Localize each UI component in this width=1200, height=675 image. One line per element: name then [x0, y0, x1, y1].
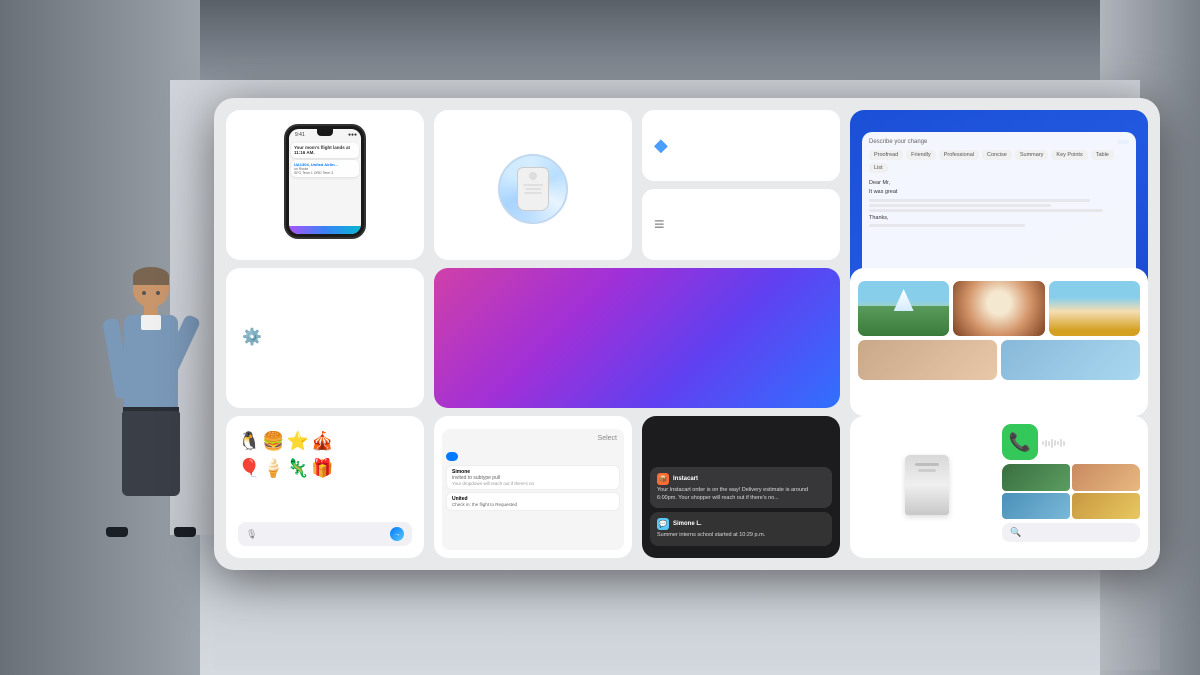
mail-item-1: Simone invited to subtype pull Your drop…: [446, 465, 620, 490]
presenter-hair: [133, 267, 169, 285]
memory-movie-card: 🐧🍔⭐🎪🎈🍦🦎🎁 🎙 →: [226, 416, 424, 558]
memory-go-btn[interactable]: →: [390, 527, 404, 541]
playground-images: [858, 281, 1140, 336]
memory-mic-icon: 🎙: [246, 529, 257, 540]
mail-priority-section: [446, 445, 620, 463]
siri-card: 9:41 ●●● Your mom's flight lands at 11:1…: [226, 110, 424, 260]
siri-phone-screen: 9:41 ●●● Your mom's flight lands at 11:1…: [289, 129, 361, 234]
image-wand-section: [858, 424, 996, 550]
option-table[interactable]: Table: [1091, 150, 1114, 160]
audio-waveform: [1042, 439, 1065, 448]
genmoji-emojis: 🐧🍔⭐🎪🎈🍦🦎🎁: [238, 428, 336, 482]
option-summary[interactable]: Summary: [1015, 150, 1049, 160]
cloud-device: [517, 167, 549, 211]
writing-sample-text: Dear Mr, It was great Thanks,: [869, 179, 1129, 227]
private-cloud-card: [434, 110, 632, 260]
summaries-card: ≡: [642, 189, 840, 260]
mail-select: Select: [598, 435, 617, 442]
presenter-eyes: [137, 289, 165, 297]
image-playground-card: [850, 268, 1148, 416]
photo-3: [1002, 493, 1070, 520]
mail-mockup: Select Simone invited to subtype pull Yo…: [442, 429, 624, 550]
siri-notification-1: Your mom's flight lands at 11:16 AM.: [291, 143, 359, 158]
siri-gradient-bar: [289, 226, 361, 234]
option-professional[interactable]: Professional: [939, 150, 979, 160]
natural-search-bar[interactable]: 🔍: [1002, 523, 1140, 542]
notif1-app-icon: 📦: [657, 473, 669, 485]
notif1-app-name: Instacart: [673, 476, 698, 482]
option-proofread[interactable]: Proofread: [869, 150, 903, 160]
notif2-app-icon: 💬: [657, 518, 669, 530]
natural-search-section: 🔍: [1002, 464, 1140, 550]
search-icon: 🔍: [1010, 527, 1021, 538]
option-list[interactable]: List: [869, 163, 888, 173]
photo-1: [1002, 464, 1070, 491]
cleanup-icon: ◆: [654, 135, 668, 156]
cleanup-card: ◆: [642, 110, 840, 181]
image-wand-audio-card: 📞: [850, 416, 1148, 558]
playground-img-astronaut: [953, 281, 1044, 336]
playground-img-5: [1001, 340, 1140, 380]
audio-top: 📞: [1002, 424, 1140, 460]
priority-notifications-card: 📦 Instacart Your Instacart order is on t…: [642, 416, 840, 558]
photo-4: [1072, 493, 1140, 520]
mail-header-row: Select: [446, 433, 620, 445]
audio-icon: 📞: [1002, 424, 1038, 460]
notif2-app-name: Simone L.: [673, 521, 702, 527]
reduce-title-row: ⚙️: [242, 327, 408, 347]
cleanup-summaries-stack: ◆ ≡: [642, 110, 840, 260]
siri-phone-mockup: 9:41 ●●● Your mom's flight lands at 11:1…: [284, 124, 366, 239]
notif1-text: Your Instacart order is on the way! Deli…: [657, 487, 825, 502]
notif1-header: 📦 Instacart: [657, 473, 825, 485]
playground-bottom-row: [858, 340, 1140, 380]
apple-intelligence-card: [434, 268, 840, 408]
siri-status-bar: 9:41 ●●●: [289, 129, 361, 141]
notif2-header: 💬 Simone L.: [657, 518, 825, 530]
priority-mail-card: Select Simone invited to subtype pull Yo…: [434, 416, 632, 558]
photo-2: [1072, 464, 1140, 491]
presenter-left-shoe: [106, 527, 128, 537]
playground-img-4: [858, 340, 997, 380]
memory-input-bar[interactable]: 🎙 →: [238, 522, 412, 546]
siri-notification-2: UA1304, United Airlin... on Route SFO Te…: [291, 160, 359, 177]
rewrite-btn[interactable]: [1117, 140, 1129, 144]
presenter-collar: [141, 315, 161, 330]
playground-img-dog: [1049, 281, 1140, 336]
writing-tools-actions: Describe your change: [869, 139, 1129, 145]
option-friendly[interactable]: Friendly: [906, 150, 936, 160]
writing-options: Proofread Friendly Professional Concise …: [869, 150, 1129, 173]
wand-visual: [905, 455, 949, 515]
audio-search-section: 📞: [1002, 424, 1140, 550]
reduce-interruptions-card: ⚙️: [226, 268, 424, 408]
option-concise[interactable]: Concise: [982, 150, 1012, 160]
mail-priority-tag: [446, 452, 458, 461]
option-key-points[interactable]: Key Points: [1051, 150, 1087, 160]
playground-img-mountain: [858, 281, 949, 336]
notification-2: 💬 Simone L. Summer interns school starte…: [650, 512, 832, 546]
notification-1: 📦 Instacart Your Instacart order is on t…: [650, 467, 832, 508]
genmoji-section: 🐧🍔⭐🎪🎈🍦🦎🎁: [238, 428, 412, 506]
photos-preview: [1002, 464, 1140, 519]
presenter-pants: [122, 411, 180, 496]
reduce-icon: ⚙️: [242, 327, 262, 347]
presenter: [96, 267, 206, 537]
cloud-visual: [498, 154, 568, 224]
presenter-right-shoe: [174, 527, 196, 537]
notif2-text: Summer interns school started at 10:29 p…: [657, 532, 825, 540]
summaries-icon: ≡: [654, 214, 665, 235]
mail-item-2: United Check in: the flight to Requested: [446, 492, 620, 511]
